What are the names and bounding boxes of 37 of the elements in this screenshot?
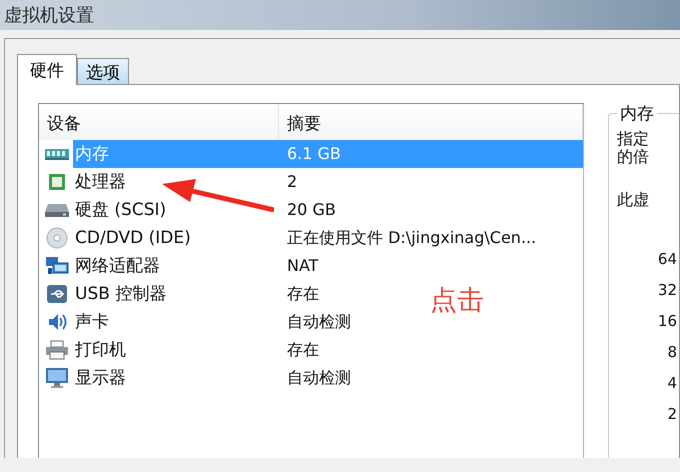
device-summary: 20 GB <box>286 199 336 221</box>
device-summary: 6.1 GB <box>279 140 583 168</box>
scale-label: 4 <box>667 373 677 393</box>
chip-icon <box>47 173 67 191</box>
window-title: 虚拟机设置 <box>0 0 680 30</box>
scale-label: 8 <box>667 342 677 362</box>
memory-text: 此虚 <box>617 190 650 211</box>
device-name[interactable]: 处理器 <box>73 168 128 196</box>
device-name[interactable]: 打印机 <box>73 336 128 364</box>
device-summary: 存在 <box>286 339 319 361</box>
device-name[interactable]: USB 控制器 <box>73 280 168 308</box>
memory-chip-icon <box>44 147 70 161</box>
printer-icon <box>45 340 69 360</box>
device-summary: 正在使用文件 D:\jingxinag\Cen... <box>286 227 536 249</box>
device-name[interactable]: CD/DVD (IDE) <box>73 224 193 252</box>
annotation-label: 点击 <box>430 284 484 318</box>
usb-icon <box>46 284 68 304</box>
description-line: 指定 <box>617 130 650 148</box>
tab[interactable]: 选项 <box>77 58 129 84</box>
scale-label: 2 <box>667 404 677 424</box>
device-name[interactable]: 声卡 <box>73 308 111 336</box>
description-line: 的倍 <box>617 148 650 166</box>
device-name[interactable]: 硬盘 (SCSI) <box>73 196 168 224</box>
network-computers-icon <box>45 256 69 276</box>
device-name[interactable]: 网络适配器 <box>73 252 162 280</box>
disc-icon <box>46 227 68 249</box>
scale-label: 32 <box>658 280 677 300</box>
monitor-icon <box>45 367 69 389</box>
tab[interactable]: 硬件 <box>17 54 77 85</box>
device-summary: 2 <box>286 171 298 193</box>
device-summary: 自动检测 <box>286 367 351 389</box>
device-summary: 存在 <box>286 283 319 305</box>
scale-label: 64 <box>658 249 677 269</box>
scale-label: 16 <box>658 311 677 331</box>
device-summary: 自动检测 <box>286 311 351 333</box>
device-summary: NAT <box>286 255 318 277</box>
device-name[interactable]: 显示器 <box>73 364 128 392</box>
